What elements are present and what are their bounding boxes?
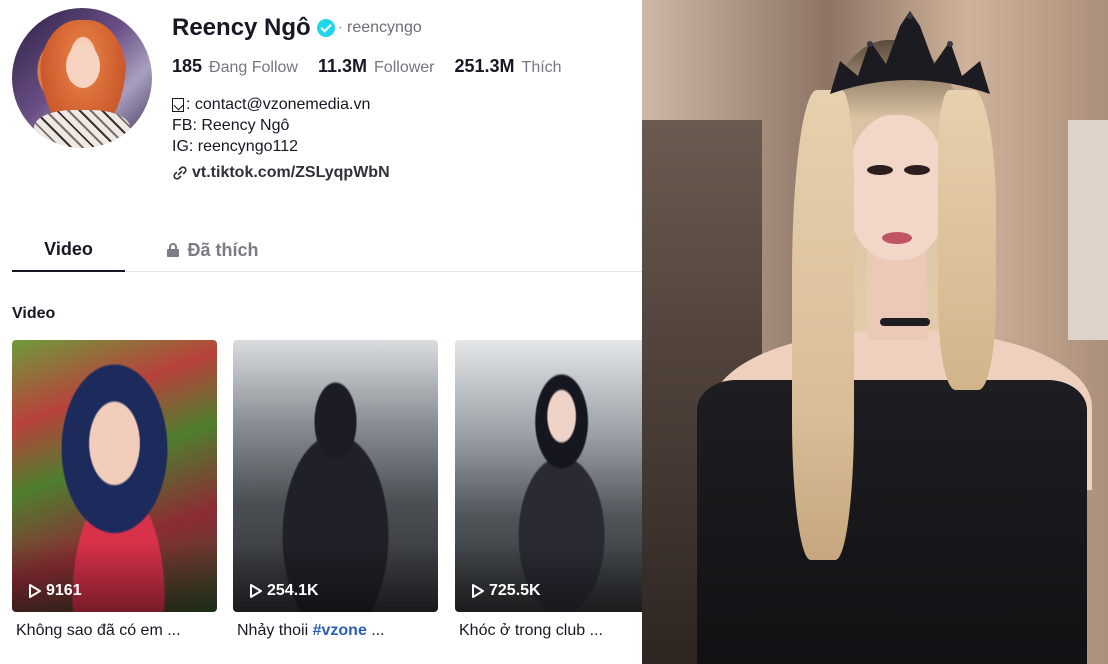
video-thumbnail[interactable]: 254.1K [233, 340, 438, 612]
video-caption-suffix: ... [366, 622, 385, 639]
stat-likes-label: Thích [521, 59, 562, 76]
profile-link[interactable]: vt.tiktok.com/ZSLyqpWbN [172, 164, 390, 182]
video-caption-text: Không sao đã có em ... [16, 622, 181, 639]
profile-stats: 185 Đang Follow 11.3M Follower 251.3M Th… [172, 56, 582, 77]
bio-facebook: FB: Reency Ngô [172, 117, 290, 134]
verified-badge-icon [316, 19, 335, 37]
stat-following[interactable]: 185 Đang Follow [172, 56, 298, 77]
tab-video-label: Video [44, 238, 93, 259]
video-views: 254.1K [249, 582, 319, 600]
stat-following-value: 185 [172, 56, 203, 76]
video-card[interactable]: 254.1K Nhảy thoii #vzone ... [233, 340, 438, 640]
video-thumbnail[interactable]: 9161 [12, 340, 217, 612]
stat-followers-value: 11.3M [317, 56, 368, 76]
video-card[interactable]: 9161 Không sao đã có em ... [12, 340, 217, 640]
play-icon [250, 584, 262, 598]
photo-choker [880, 318, 930, 326]
video-card[interactable]: 725.5K Khóc ở trong club ... [455, 340, 642, 640]
bio-instagram: IG: reencyngo112 [172, 138, 299, 155]
video-views: 725.5K [471, 582, 541, 600]
profile-link-text: vt.tiktok.com/ZSLyqpWbN [192, 164, 390, 181]
profile-photo [642, 0, 1108, 664]
avatar-face [66, 44, 100, 88]
video-caption-text: Nhảy thoii [237, 622, 313, 639]
profile-header: Reency Ngô · reencyngo [172, 14, 422, 42]
stat-followers[interactable]: 11.3M Follower [318, 56, 435, 77]
bio-email: : contact@vzonemedia.vn [186, 96, 371, 113]
avatar-outfit [34, 110, 130, 148]
stat-followers-label: Follower [374, 59, 435, 76]
name-separator: · [337, 19, 344, 36]
bio-line-email: : contact@vzonemedia.vn [172, 94, 370, 115]
video-caption-text: Khóc ở trong club ... [459, 622, 603, 639]
crown-icon [830, 11, 990, 94]
lock-icon [167, 243, 180, 257]
tab-liked[interactable]: Đã thích [158, 228, 268, 272]
tab-video[interactable]: Video [12, 228, 125, 272]
link-icon [173, 166, 187, 180]
stat-following-label: Đang Follow [209, 59, 298, 76]
avatar[interactable] [12, 8, 152, 148]
bio-line-fb: FB: Reency Ngô [172, 115, 370, 136]
video-hashtag[interactable]: #vzone [313, 622, 367, 639]
video-views-count: 254.1K [267, 582, 319, 599]
profile-panel: Reency Ngô · reencyngo 185 Đang Follow 1… [0, 0, 642, 664]
video-thumbnail[interactable]: 725.5K [455, 340, 642, 612]
video-views: 9161 [28, 582, 82, 600]
profile-bio: : contact@vzonemedia.vn FB: Reency Ngô I… [172, 94, 370, 157]
profile-handle: reencyngo [347, 19, 422, 36]
section-title: Video [12, 305, 56, 322]
play-icon [29, 584, 41, 598]
video-views-count: 9161 [46, 582, 82, 599]
bio-line-ig: IG: reencyngo112 [172, 136, 370, 157]
mail-icon [172, 97, 184, 112]
profile-name: Reency Ngô [172, 14, 311, 41]
tab-liked-label: Đã thích [187, 239, 259, 260]
video-caption[interactable]: Không sao đã có em ... [16, 622, 217, 640]
profile-tabs: Video Đã thích [12, 228, 642, 272]
stat-likes: 251.3M Thích [455, 56, 562, 77]
video-caption[interactable]: Khóc ở trong club ... [459, 622, 642, 640]
play-icon [472, 584, 484, 598]
photo-dress [697, 380, 1087, 664]
stat-likes-value: 251.3M [454, 56, 515, 76]
video-caption[interactable]: Nhảy thoii #vzone ... [237, 622, 438, 640]
video-views-count: 725.5K [489, 582, 541, 599]
